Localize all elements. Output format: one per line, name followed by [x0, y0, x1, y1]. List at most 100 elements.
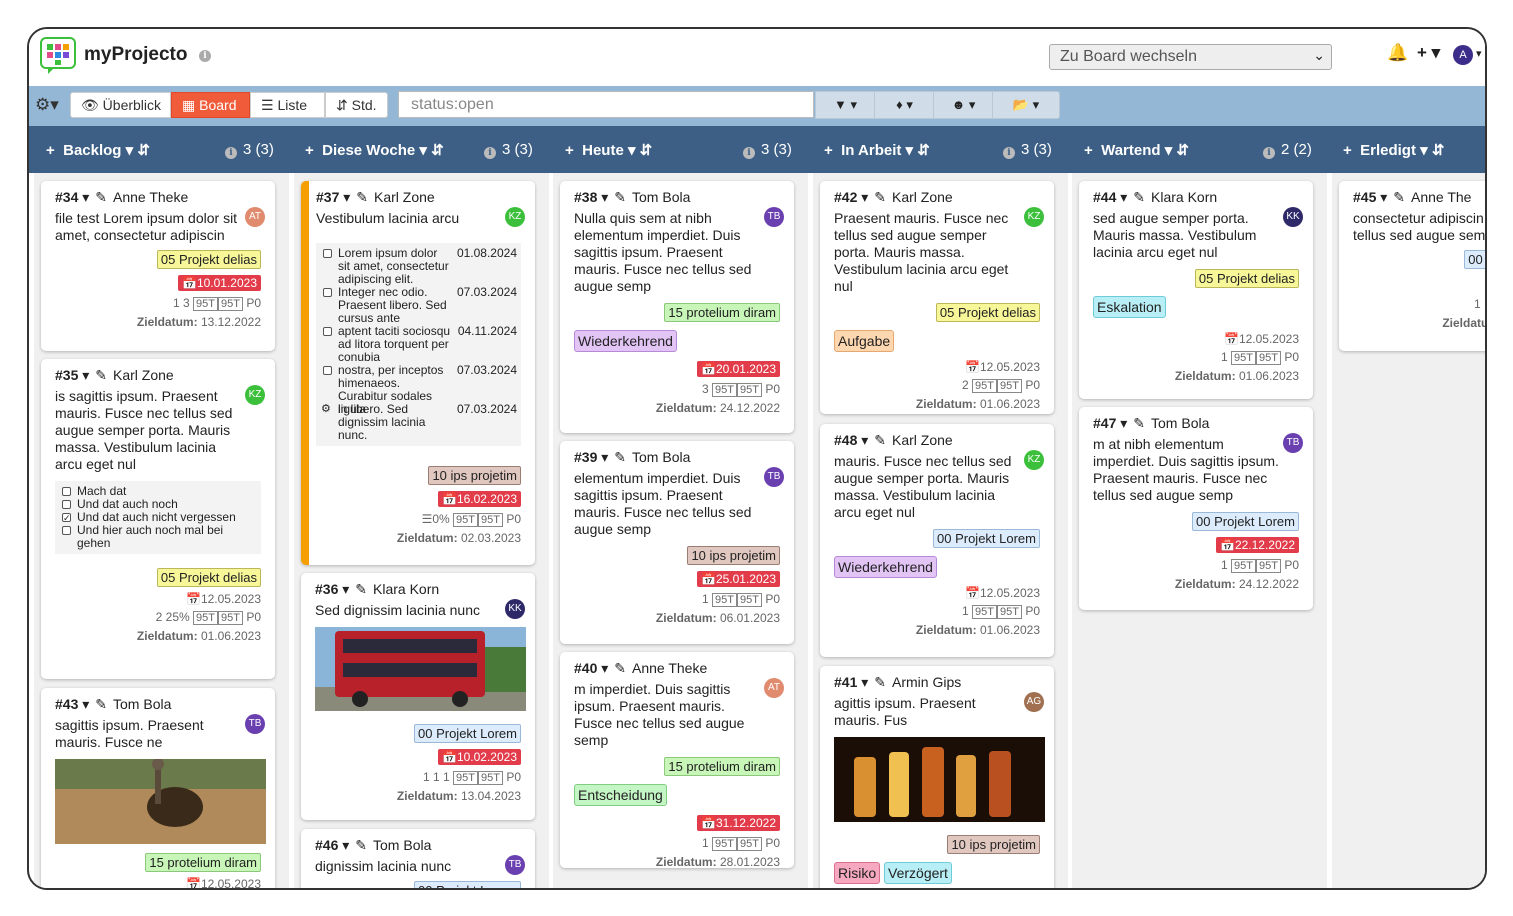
- view-overview-button[interactable]: 👁 Überblick: [70, 92, 171, 118]
- label-badge[interactable]: Entscheidung: [574, 784, 667, 806]
- edit-icon[interactable]: ✎: [874, 432, 886, 448]
- board-switch-select[interactable]: Zu Board wechseln ⌄: [1049, 44, 1332, 70]
- info-icon[interactable]: i: [199, 50, 211, 62]
- column-header-heute[interactable]: + Heute ▾ ⇵: [565, 141, 652, 159]
- project-tag[interactable]: 00 P: [1464, 250, 1485, 269]
- project-tag[interactable]: 05 Projekt delias: [935, 303, 1040, 322]
- label-badge[interactable]: Risiko: [834, 862, 881, 884]
- project-tag[interactable]: 00 Projekt Lorem: [933, 529, 1040, 548]
- label-badge[interactable]: Aufgabe: [834, 330, 895, 352]
- sort-button[interactable]: ⇵ Std.: [325, 92, 388, 118]
- project-tag[interactable]: 10 ips projetim: [947, 835, 1040, 854]
- card-46[interactable]: #46 ▾ ✎ Tom Bola TB dignissim lacinia nunc…: [301, 829, 535, 888]
- card-44[interactable]: #44 ▾ ✎ Klara Korn KK sed augue semper por…: [1079, 181, 1313, 399]
- project-tag[interactable]: 15 protelium diram: [664, 757, 780, 776]
- card-number[interactable]: #40: [574, 660, 597, 676]
- project-tag[interactable]: 00 Projekt Lorem: [414, 881, 521, 888]
- checklist-item[interactable]: Integer nec odio. Praesent libero. Sed c…: [320, 286, 517, 325]
- avatar: KZ: [505, 207, 525, 227]
- edit-icon[interactable]: ✎: [614, 189, 626, 205]
- checklist-item[interactable]: Lorem ipsum dolor sit amet, consectetur …: [320, 247, 517, 286]
- card-number[interactable]: #38: [574, 189, 597, 205]
- user-filter-button[interactable]: ☻ ▾: [933, 91, 994, 119]
- card-number[interactable]: #34: [55, 189, 78, 205]
- card-45[interactable]: #45 ▾ ✎ Anne The consectetur adipiscin tel…: [1339, 181, 1485, 351]
- project-tag[interactable]: 00 Projekt Lorem: [414, 724, 521, 743]
- project-tag[interactable]: 05 Projekt delias: [1194, 269, 1299, 288]
- card-34[interactable]: #34 ▾ ✎ Anne Theke AT file test Lorem ipsu…: [41, 181, 275, 351]
- column-header-wartend[interactable]: + Wartend ▾ ⇵: [1084, 141, 1189, 159]
- card-38[interactable]: #38 ▾ ✎ Tom Bola TB Nulla quis sem at nibh…: [560, 181, 794, 433]
- project-tag[interactable]: 00 Projekt Lorem: [1192, 512, 1299, 531]
- edit-icon[interactable]: ✎: [356, 189, 368, 205]
- project-tag[interactable]: 10 ips projetim: [687, 546, 780, 565]
- card-41[interactable]: #41 ▾ ✎ Armin Gips AG agittis ipsum. Praes…: [820, 666, 1054, 888]
- card-number[interactable]: #42: [834, 189, 857, 205]
- column-header-diese-woche[interactable]: + Diese Woche ▾ ⇵: [305, 141, 444, 159]
- search-input[interactable]: status:open: [398, 91, 814, 118]
- edit-icon[interactable]: ✎: [355, 581, 367, 597]
- edit-icon[interactable]: ✎: [95, 367, 107, 383]
- edit-icon[interactable]: ✎: [614, 660, 626, 676]
- edit-icon[interactable]: ✎: [1393, 189, 1405, 205]
- project-tag[interactable]: 05 Projekt delias: [156, 250, 261, 269]
- project-tag[interactable]: 10 ips projetim: [428, 466, 521, 485]
- bell-icon[interactable]: 🔔: [1387, 43, 1408, 63]
- tag-filter-button[interactable]: ♦ ▾: [874, 91, 935, 119]
- card-number[interactable]: #43: [55, 696, 78, 712]
- card-number[interactable]: #39: [574, 449, 597, 465]
- checklist-item[interactable]: aptent taciti sociosqu ad litora torquen…: [320, 325, 517, 364]
- card-number[interactable]: #48: [834, 432, 857, 448]
- project-tag[interactable]: 05 Projekt delias: [156, 568, 261, 587]
- edit-icon[interactable]: ✎: [874, 189, 886, 205]
- project-tag[interactable]: 15 protelium diram: [145, 853, 261, 872]
- view-board-button[interactable]: ▦ Board: [171, 92, 250, 118]
- card-number[interactable]: #36: [315, 581, 338, 597]
- column-header-backlog[interactable]: + Backlog ▾ ⇵: [46, 141, 150, 159]
- edit-icon[interactable]: ✎: [1133, 415, 1145, 431]
- settings-gear-icon[interactable]: ⚙▾: [35, 95, 59, 115]
- app-logo-icon[interactable]: [40, 37, 76, 75]
- project-tag[interactable]: 15 protelium diram: [664, 303, 780, 322]
- label-badge[interactable]: Wiederkehrend: [574, 330, 677, 352]
- card-meta: 2 25% 95T 95T P0: [155, 610, 261, 625]
- add-menu-button[interactable]: + ▾: [1417, 43, 1440, 63]
- label-badge[interactable]: Verzögert: [884, 862, 952, 884]
- edit-icon[interactable]: ✎: [874, 674, 886, 690]
- filter-button[interactable]: ▼ ▾: [815, 91, 876, 119]
- label-badge[interactable]: Wiederkehrend: [834, 556, 937, 578]
- card-42[interactable]: #42 ▾ ✎ Karl Zone KZ Praesent mauris. Fusc…: [820, 181, 1054, 414]
- card-number[interactable]: #47: [1093, 415, 1116, 431]
- edit-icon[interactable]: ✎: [614, 449, 626, 465]
- card-48[interactable]: #48 ▾ ✎ Karl Zone KZ mauris. Fusce nec tel…: [820, 424, 1054, 657]
- card-35[interactable]: #35 ▾ ✎ Karl Zone KZ is sagittis ipsum. Pr…: [41, 359, 275, 679]
- checklist-item[interactable]: nostra, per inceptos himenaeos. Curabitu…: [320, 364, 517, 416]
- card-number[interactable]: #45: [1353, 189, 1376, 205]
- edit-icon[interactable]: ✎: [95, 189, 107, 205]
- user-avatar[interactable]: A: [1453, 45, 1473, 65]
- column-header-erledigt[interactable]: + Erledigt ▾ ⇵: [1343, 141, 1444, 159]
- card-number[interactable]: #35: [55, 367, 78, 383]
- card-40[interactable]: #40 ▾ ✎ Anne Theke AT m imperdiet. Duis sa…: [560, 652, 794, 868]
- card-37[interactable]: #37 ▾ ✎ Karl Zone KZ Vestibulum lacinia ar…: [301, 181, 535, 565]
- view-list-button[interactable]: ☰ Liste: [250, 92, 325, 118]
- card-47[interactable]: #47 ▾ ✎ Tom Bola TB m at nibh elementum im…: [1079, 407, 1313, 610]
- card-number[interactable]: #41: [834, 674, 857, 690]
- card-number[interactable]: #44: [1093, 189, 1116, 205]
- card-43[interactable]: #43 ▾ ✎ Tom Bola TB sagittis ipsum. Praese…: [41, 688, 275, 888]
- user-menu-caret-icon[interactable]: ▾: [1476, 47, 1482, 60]
- due-date-badge: 📅22.12.2022: [1215, 537, 1299, 553]
- edit-icon[interactable]: ✎: [95, 696, 107, 712]
- edit-icon[interactable]: ✎: [355, 837, 367, 853]
- edit-icon[interactable]: ✎: [1133, 189, 1145, 205]
- column-header-in-arbeit[interactable]: + In Arbeit ▾ ⇵: [824, 141, 930, 159]
- checklist-item[interactable]: ⚙ in libero. Sed dignissim lacinia nunc. 0…: [320, 403, 517, 442]
- card-number[interactable]: #37: [316, 189, 339, 205]
- label-badge[interactable]: Eskalation: [1093, 296, 1166, 318]
- checklist-item[interactable]: Und hier auch noch mal bei gehen: [59, 524, 257, 550]
- folder-filter-button[interactable]: 📂 ▾: [992, 91, 1060, 119]
- card-description: Praesent mauris. Fusce nec tellus sed au…: [834, 210, 1009, 294]
- card-36[interactable]: #36 ▾ ✎ Klara Korn KK Sed dignissim lacini…: [301, 573, 535, 820]
- card-number[interactable]: #46: [315, 837, 338, 853]
- card-39[interactable]: #39 ▾ ✎ Tom Bola TB elementum imperdiet. D…: [560, 441, 794, 644]
